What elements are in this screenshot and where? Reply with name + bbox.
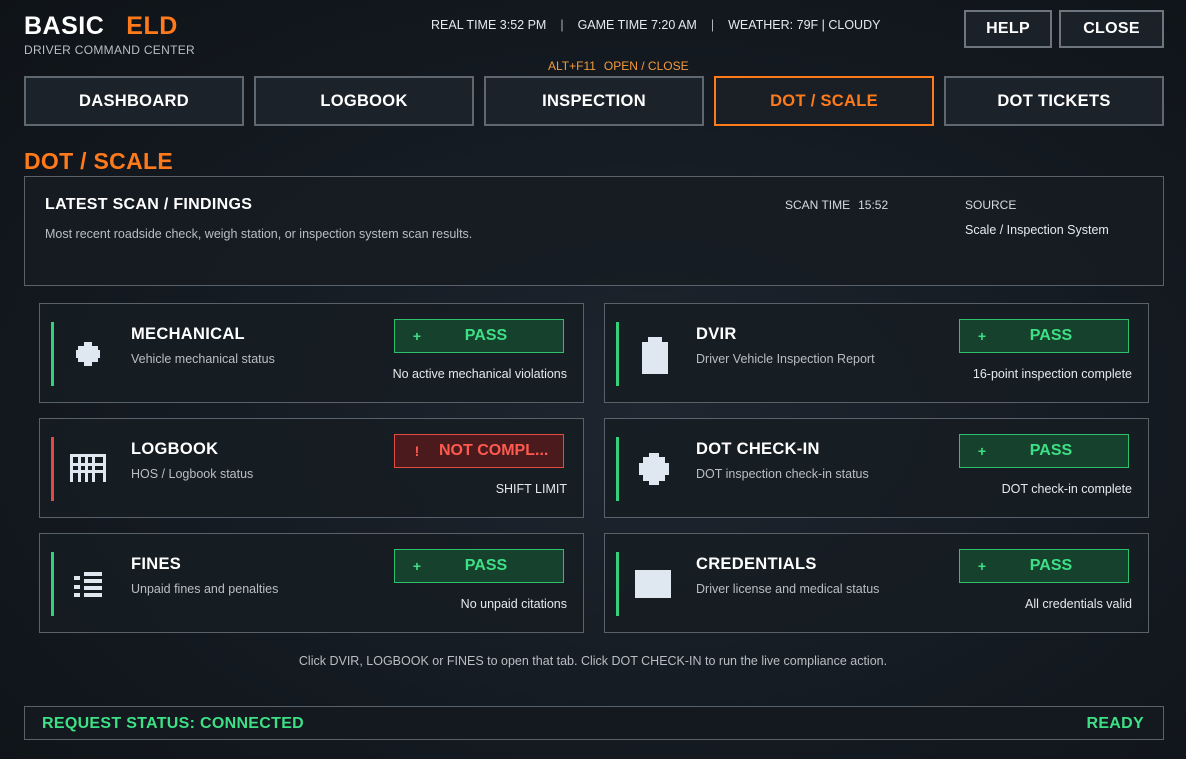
status-bar: [616, 322, 619, 386]
status-badge: + PASS: [394, 319, 564, 353]
card-title: DVIR: [696, 325, 737, 343]
card-note: No unpaid citations: [460, 597, 567, 611]
status-badge: + PASS: [394, 549, 564, 583]
card-mechanical[interactable]: MECHANICAL Vehicle mechanical status + PA…: [39, 303, 584, 403]
status-badge: + PASS: [959, 434, 1129, 468]
id-card-icon: [633, 564, 673, 604]
card-note: SHIFT LIMIT: [495, 482, 567, 496]
real-time: REAL TIME 3:52 PM: [431, 18, 547, 32]
status-badge: + PASS: [959, 319, 1129, 353]
weather: WEATHER: 79F | CLOUDY: [728, 18, 881, 32]
latest-scan-panel: LATEST SCAN / FINDINGS Most recent roads…: [24, 176, 1164, 286]
scan-time: SCAN TIME 15:52: [785, 198, 888, 212]
status-text: PASS: [464, 557, 508, 574]
tab-dot-scale[interactable]: DOT / SCALE: [714, 76, 934, 126]
card-title: CREDENTIALS: [696, 555, 817, 573]
list-icon: [68, 564, 108, 604]
scan-time-value: 15:52: [858, 198, 889, 212]
gear-icon: [68, 334, 108, 374]
card-title: MECHANICAL: [131, 325, 245, 343]
plus-icon: +: [977, 328, 987, 344]
brand-primary: BASIC: [24, 12, 105, 40]
tab-dashboard[interactable]: DASHBOARD: [24, 76, 244, 126]
card-note: DOT check-in complete: [1001, 482, 1132, 496]
hotkey-hint: ALT+F11 OPEN / CLOSE: [548, 59, 689, 73]
card-description: Vehicle mechanical status: [131, 352, 275, 366]
scan-title: LATEST SCAN / FINDINGS: [45, 196, 253, 213]
footer-status-bar: REQUEST STATUS: CONNECTED READY: [24, 706, 1164, 740]
brand-subtitle: DRIVER COMMAND CENTER: [24, 43, 195, 57]
card-logbook[interactable]: LOGBOOK HOS / Logbook status ! NOT COMPL.…: [39, 418, 584, 518]
card-description: HOS / Logbook status: [131, 467, 254, 481]
card-dvir[interactable]: DVIR Driver Vehicle Inspection Report + P…: [604, 303, 1149, 403]
request-status: REQUEST STATUS: CONNECTED: [42, 715, 305, 732]
card-note: 16-point inspection complete: [972, 367, 1132, 381]
status-badge: ! NOT COMPL...: [394, 434, 564, 468]
card-note: All credentials valid: [1025, 597, 1132, 611]
status-bar: [51, 437, 54, 501]
status-separator: |: [710, 18, 715, 32]
source-label: SOURCE: [965, 198, 1017, 212]
tab-logbook[interactable]: LOGBOOK: [254, 76, 474, 126]
plus-icon: +: [412, 328, 422, 344]
card-credentials[interactable]: CREDENTIALS Driver license and medical s…: [604, 533, 1149, 633]
card-dot-check-in[interactable]: DOT CHECK-IN DOT inspection check-in sta…: [604, 418, 1149, 518]
scan-time-label: SCAN TIME: [785, 198, 851, 212]
status-text: PASS: [1029, 557, 1073, 574]
card-title: FINES: [131, 555, 182, 573]
game-time: GAME TIME 7:20 AM: [577, 18, 697, 32]
help-button[interactable]: HELP: [964, 10, 1052, 48]
app-brand: BASIC ELD: [24, 12, 178, 41]
card-title: LOGBOOK: [131, 440, 219, 458]
status-text: PASS: [464, 327, 508, 344]
plus-icon: +: [412, 558, 422, 574]
status-text: NOT COMPL...: [439, 442, 549, 459]
status-text: PASS: [1029, 442, 1073, 459]
status-line: REAL TIME 3:52 PM | GAME TIME 7:20 AM | WEAT…: [431, 18, 880, 32]
tab-inspection[interactable]: INSPECTION: [484, 76, 704, 126]
card-description: Driver Vehicle Inspection Report: [696, 352, 875, 366]
card-fines[interactable]: FINES Unpaid fines and penalties + PASS N…: [39, 533, 584, 633]
hotkey-action: OPEN / CLOSE: [603, 59, 689, 73]
help-hint: Click DVIR, LOGBOOK or FINES to open tha…: [298, 654, 888, 668]
ready-indicator: READY: [1086, 715, 1144, 732]
card-description: Driver license and medical status: [696, 582, 880, 596]
badge-icon: [633, 449, 673, 489]
status-text: PASS: [1029, 327, 1073, 344]
status-bar: [51, 322, 54, 386]
card-description: Unpaid fines and penalties: [131, 582, 279, 596]
card-title: DOT CHECK-IN: [696, 440, 820, 458]
clipboard-icon: [633, 334, 673, 374]
card-description: DOT inspection check-in status: [696, 467, 869, 481]
tab-dot-tickets[interactable]: DOT TICKETS: [944, 76, 1164, 126]
status-bar: [616, 437, 619, 501]
alert-icon: !: [414, 443, 420, 459]
brand-accent: ELD: [126, 12, 178, 40]
status-bar: [51, 552, 54, 616]
plus-icon: +: [977, 443, 987, 459]
close-button[interactable]: CLOSE: [1059, 10, 1164, 48]
status-badge: + PASS: [959, 549, 1129, 583]
page-title: DOT / SCALE: [24, 148, 173, 174]
card-note: No active mechanical violations: [392, 367, 567, 381]
source-value: Scale / Inspection System: [965, 223, 1109, 237]
scan-description: Most recent roadside check, weigh statio…: [45, 227, 473, 241]
plus-icon: +: [977, 558, 987, 574]
status-separator: |: [560, 18, 564, 32]
logbook-grid-icon: [68, 449, 108, 489]
status-bar: [616, 552, 619, 616]
hotkey-key: ALT+F11: [548, 59, 596, 73]
